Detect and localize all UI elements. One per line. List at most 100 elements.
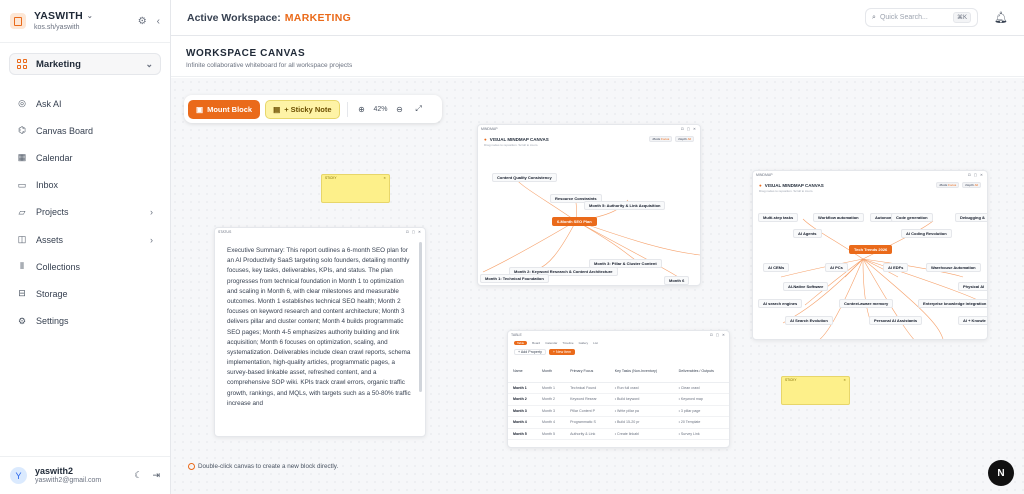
table-row[interactable]: Month 1 Month 1 Technical Found • Run full …: [508, 382, 729, 394]
sticky-note[interactable]: STICKY ✕: [781, 376, 850, 405]
tab-board[interactable]: Board: [532, 341, 540, 345]
mindmap-node[interactable]: AI Search Evolution: [785, 316, 833, 325]
workspace-select[interactable]: Marketing ⌄: [9, 53, 161, 75]
mindmap-node[interactable]: Workflow automation: [813, 213, 864, 222]
mindmap-node[interactable]: Multi-step tasks: [758, 213, 799, 222]
sidebar-item-settings[interactable]: ⚙ Settings: [0, 308, 170, 335]
mindmap-node[interactable]: Personal AI Assistants: [869, 316, 923, 325]
tab-calendar[interactable]: Calendar: [545, 341, 557, 345]
window-controls-icon[interactable]: ⊡ ▢ ✕: [710, 333, 726, 337]
mindmap-center-node[interactable]: Tech Trends 2026: [849, 245, 893, 254]
sidebar-item-ask-ai[interactable]: ◎ Ask AI: [0, 90, 170, 117]
mindmap-block[interactable]: MINDMAP ⊡ ▢ ✕ ● VISUAL MINDMAP CANVAS Mod…: [752, 170, 988, 340]
mindmap-node[interactable]: AI Agents: [793, 229, 822, 238]
quick-search-input[interactable]: ⌕ Quick Search... ⌘K: [865, 8, 979, 27]
new-item-button[interactable]: + New Item: [548, 349, 576, 355]
logout-icon[interactable]: ⇥: [152, 470, 160, 481]
mode-filter[interactable]: Mode Focus: [936, 182, 960, 188]
main-area: Active Workspace: MARKETING ⌕ Quick Searc…: [171, 0, 1024, 494]
zoom-in-icon[interactable]: ⊕: [355, 105, 369, 114]
mindmap-block[interactable]: MINDMAP ⊡ ▢ ✕ ● VISUAL MINDMAP CANVAS Mod…: [477, 124, 701, 286]
mindmap-node[interactable]: Code generation: [891, 213, 933, 222]
sidebar-item-projects[interactable]: ▱ Projects ›: [0, 199, 170, 226]
page-header: WORKSPACE CANVAS Infinite collaborative …: [171, 36, 1024, 77]
mindmap-node[interactable]: AI PCs: [825, 263, 848, 272]
mindmap-node[interactable]: Enterprise knowledge integration: [918, 299, 987, 308]
fullscreen-icon[interactable]: ⤢: [412, 104, 426, 114]
tab-gallery[interactable]: Gallery: [579, 341, 589, 345]
mount-block-button[interactable]: ▣ Mount Block: [188, 99, 261, 119]
sidebar-item-canvas-board[interactable]: ⌬ Canvas Board: [0, 117, 170, 144]
document-block[interactable]: STATUS ⊡ ▢ ✕ Executive Summary: This repo…: [214, 227, 426, 437]
sidebar-item-inbox[interactable]: ▭ Inbox: [0, 172, 170, 199]
column-header[interactable]: Name: [508, 360, 538, 383]
sidebar-item-assets[interactable]: ◫ Assets ›: [0, 226, 170, 253]
table-row[interactable]: Month 4 Month 4 Programmatic S • Build 15-2…: [508, 416, 729, 429]
mode-filter[interactable]: Mode Focus: [649, 136, 673, 142]
assistant-fab-button[interactable]: N: [988, 460, 1014, 486]
sidebar-item-label: Calendar: [36, 152, 73, 163]
canvas-board[interactable]: ▣ Mount Block ▤ + Sticky Note ⊕ 42% ⊖ ⤢ …: [171, 78, 1024, 494]
page-title: WORKSPACE CANVAS: [186, 48, 306, 59]
add-property-button[interactable]: + Add Property: [514, 349, 546, 355]
mindmap-node[interactable]: AI CEMs: [763, 263, 790, 272]
tab-list[interactable]: List: [593, 341, 598, 345]
avatar[interactable]: Y: [10, 467, 27, 484]
moon-icon[interactable]: ☾: [134, 470, 142, 481]
mindmap-node[interactable]: Month 1: Technical Foundation: [480, 274, 549, 283]
sidebar-item-calendar[interactable]: ▦ Calendar: [0, 144, 170, 171]
table-row[interactable]: Month 2 Month 2 Keyword Resear • Build keyw…: [508, 393, 729, 406]
close-icon[interactable]: ✕: [843, 378, 846, 383]
folder-icon: ▱: [18, 206, 26, 217]
sticky-label: STICKY: [785, 378, 797, 382]
depth-filter[interactable]: Depth All: [962, 182, 981, 188]
mindmap-node[interactable]: Content Quality Consistency: [492, 173, 557, 182]
column-header[interactable]: Primary Focus: [565, 360, 610, 383]
bell-icon[interactable]: 🔔︎: [994, 11, 1008, 24]
tab-table[interactable]: Table: [514, 341, 528, 345]
page-subtitle: Infinite collaborative whiteboard for al…: [186, 62, 353, 69]
window-controls-icon[interactable]: ⊡ ▢ ✕: [406, 230, 422, 234]
scrollbar[interactable]: [419, 242, 422, 392]
close-icon[interactable]: ✕: [383, 176, 386, 181]
table-row[interactable]: Month 3 Month 3 Pillar Content P • Write pi…: [508, 405, 729, 417]
mindmap-node[interactable]: Context-aware memory: [839, 299, 894, 308]
column-header[interactable]: Month: [537, 360, 566, 383]
table-row[interactable]: Month 5 Month 5 Authority & Link • Create l…: [508, 428, 729, 440]
document-text[interactable]: Executive Summary: This report outlines …: [215, 236, 425, 409]
sidebar-item-collections[interactable]: ⫴ Collections: [0, 253, 170, 280]
gear-icon[interactable]: ⚙: [138, 16, 147, 27]
add-sticky-note-button[interactable]: ▤ + Sticky Note: [265, 99, 340, 119]
depth-filter[interactable]: Depth All: [675, 136, 694, 142]
sidebar-item-label: Assets: [36, 234, 64, 245]
gear-icon: ⚙: [17, 315, 27, 326]
table-block[interactable]: TABLE ⊡ ▢ ✕ Table Board Calendar Timeline…: [507, 330, 730, 448]
mindmap-center-node[interactable]: 6-Month SEO Plan: [552, 217, 597, 226]
zoom-out-icon[interactable]: ⊖: [393, 105, 407, 114]
mindmap-node[interactable]: Warehouse Automation: [926, 263, 981, 272]
mindmap-node[interactable]: Month 5: Authority & Link Acquisition: [584, 201, 666, 210]
mindmap-node[interactable]: Debugging &: [955, 213, 987, 222]
mindmap-node[interactable]: Physical AI: [958, 282, 987, 291]
mindmap-node[interactable]: AI + Knowle: [958, 316, 987, 325]
mindmap-icon: ●: [759, 182, 762, 188]
sticky-note[interactable]: STICKY ✕: [321, 174, 390, 203]
shortcut-badge: ⌘K: [953, 12, 972, 23]
mindmap-node[interactable]: AI search engines: [758, 299, 803, 308]
mindmap-node[interactable]: AI-Native Software: [783, 282, 829, 291]
storage-icon: ⊟: [18, 288, 26, 299]
mindmap-node[interactable]: AI EDFs: [883, 263, 909, 272]
column-header[interactable]: Key Tasks (Non-Inventory): [609, 360, 674, 383]
sidebar-item-storage[interactable]: ⊟ Storage: [0, 280, 170, 307]
data-table: Name Month Primary Focus Key Tasks (Non-…: [508, 360, 729, 440]
window-controls-icon[interactable]: ⊡ ▢ ✕: [681, 127, 697, 131]
collapse-sidebar-icon[interactable]: ‹: [157, 16, 160, 27]
brand-text[interactable]: YASWITH ⌄ kos.sh/yaswith: [34, 11, 138, 31]
mindmap-node[interactable]: Month 6: [664, 276, 690, 285]
inbox-icon: ▭: [17, 179, 27, 190]
window-controls-icon[interactable]: ⊡ ▢ ✕: [968, 173, 984, 177]
tab-timeline[interactable]: Timeline: [562, 341, 573, 345]
column-header[interactable]: Deliverables / Outputs: [673, 360, 729, 383]
canvas-icon: ⌬: [18, 125, 26, 136]
mindmap-node[interactable]: AI Coding Revolution: [901, 229, 952, 238]
